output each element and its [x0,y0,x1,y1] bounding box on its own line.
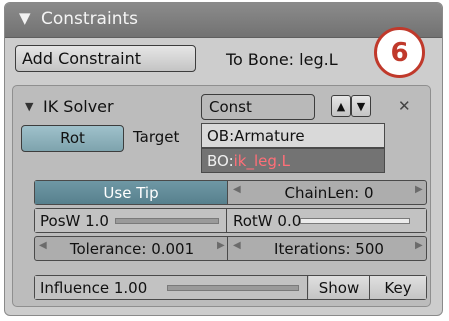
influence-slider[interactable]: Influence 1.00 [35,276,308,299]
key-button[interactable]: Key [370,276,426,299]
divider [227,237,228,260]
position-weight-track [115,218,219,224]
use-tip-chainlen-row: Use Tip ◀ ChainLen: 0 ▶ [34,180,427,205]
rotation-weight-label: RotW 0.0 [233,211,302,230]
increment-arrow-icon[interactable]: ▶ [217,240,225,251]
position-weight-slider[interactable]: PosW 1.0 [35,209,227,232]
increment-arrow-icon[interactable]: ▶ [415,184,423,195]
rotation-weight-slider[interactable]: RotW 0.0 [228,209,426,232]
close-icon[interactable]: ✕ [398,97,411,115]
panel-title: Constraints [41,9,138,29]
collapse-triangle-icon[interactable]: ▼ [25,100,33,113]
increment-arrow-icon[interactable]: ▶ [415,240,423,251]
decrement-arrow-icon[interactable]: ◀ [233,240,241,251]
move-up-icon[interactable]: ▲ [331,95,351,117]
decrement-arrow-icon[interactable]: ◀ [233,184,241,195]
tolerance-field[interactable]: Tolerance: 0.001 [49,237,215,260]
target-object-field[interactable]: OB:Armature [201,123,385,148]
chain-length-field[interactable]: ChainLen: 0 [245,181,413,204]
constraint-type-field[interactable]: Const [201,94,315,120]
constraint-name[interactable]: IK Solver [43,97,114,116]
step-number-badge: 6 [374,27,425,78]
tolerance-iterations-row: ◀ Tolerance: 0.001 ▶ ◀ Iterations: 500 ▶ [34,236,427,261]
add-constraint-button[interactable]: Add Constraint [15,45,196,72]
target-bone-value: ik_leg.L [233,151,291,170]
weight-row: PosW 1.0 RotW 0.0 [34,208,427,233]
influence-row: Influence 1.00 Show Key [34,275,427,300]
collapse-triangle-icon[interactable]: ▼ [19,9,31,27]
to-bone-label: To Bone: leg.L [226,50,338,69]
use-tip-toggle[interactable]: Use Tip [35,181,228,204]
influence-track [167,285,299,291]
move-down-icon[interactable]: ▼ [351,95,371,117]
target-object-value: OB:Armature [207,126,305,145]
influence-label: Influence 1.00 [40,278,148,297]
rotation-weight-track [300,218,410,224]
rot-toggle-button[interactable]: Rot [21,125,124,152]
panel-header[interactable]: ▼ Constraints [5,3,442,38]
target-bone-field[interactable]: BO: ik_leg.L [201,148,385,173]
decrement-arrow-icon[interactable]: ◀ [39,240,47,251]
iterations-field[interactable]: Iterations: 500 [245,237,413,260]
position-weight-label: PosW 1.0 [40,211,109,230]
target-label: Target [133,128,180,146]
target-bone-prefix: BO: [207,151,234,170]
show-button[interactable]: Show [309,276,370,299]
influence-fill [168,286,298,290]
position-weight-fill [116,219,218,223]
